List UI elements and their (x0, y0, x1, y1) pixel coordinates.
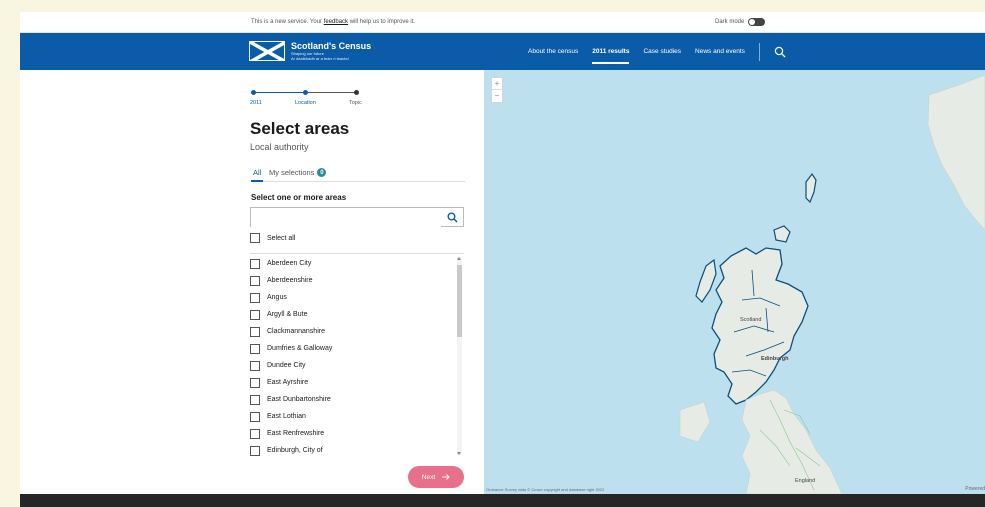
area-search-input[interactable] (251, 210, 441, 229)
app-frame: This is a new service. Your feedback wil… (20, 12, 985, 507)
search-icon[interactable] (447, 212, 458, 223)
map-region-shetland[interactable] (805, 172, 817, 204)
tab-all[interactable]: All (251, 168, 264, 182)
scroll-up-arrow[interactable] (457, 257, 461, 260)
nav-news-and-events[interactable]: News and events (695, 33, 745, 70)
area-checkbox[interactable] (250, 394, 260, 405)
search-icon[interactable] (774, 46, 786, 58)
list-item[interactable]: Aberdeen City (250, 254, 464, 271)
dark-mode-toggle[interactable] (748, 18, 766, 26)
scrollbar-thumb[interactable] (457, 265, 462, 337)
zoom-in-button[interactable]: + (492, 78, 502, 90)
zoom-out-button[interactable]: − (492, 90, 502, 102)
page-subtitle: Local authority (250, 142, 309, 152)
list-item[interactable]: Clackmannanshire (250, 322, 464, 339)
step-label-2011[interactable]: 2011 (250, 100, 262, 106)
logo-tagline-gaelic: Ar dealbhadh ar a teàrr ri teachd (291, 56, 349, 61)
beta-banner: This is a new service. Your feedback wil… (20, 12, 985, 33)
area-checkbox[interactable] (250, 275, 260, 286)
tab-my-selections-label: My selections (269, 168, 315, 177)
stepper-line-pending (305, 92, 356, 93)
map-zoom-control: + − (491, 77, 503, 103)
area-checkbox[interactable] (250, 411, 260, 422)
area-checkbox[interactable] (250, 258, 260, 269)
map-label-edinburgh: Edinburgh (761, 356, 789, 362)
list-item[interactable]: East Renfrewshire (250, 424, 464, 441)
map-land-norway (927, 74, 985, 231)
list-item[interactable]: East Lothian (250, 407, 464, 424)
map-region-western-isles[interactable] (695, 258, 717, 303)
map-region-orkney[interactable] (773, 225, 791, 243)
list-item[interactable]: Aberdeenshire (250, 271, 464, 288)
area-checkbox[interactable] (250, 343, 260, 354)
dark-mode-label: Dark mode (715, 19, 745, 25)
map-canvas[interactable] (484, 70, 985, 494)
area-checkbox[interactable] (250, 309, 260, 320)
page-footer (20, 494, 985, 507)
dark-mode-control[interactable]: Dark mode (715, 18, 766, 26)
feedback-link[interactable]: feedback (324, 19, 348, 25)
select-all-option[interactable]: Select all (250, 233, 295, 243)
nav-2011-results[interactable]: 2011 results (592, 33, 630, 70)
tab-my-selections[interactable]: My selections 0 (269, 168, 327, 177)
page-title: Select areas (250, 119, 350, 138)
area-list: Aberdeen City Aberdeenshire Angus Argyll… (250, 253, 464, 457)
area-map[interactable]: + − Scotland Edinburgh England Ordnance … (484, 70, 985, 494)
area-checkbox[interactable] (250, 360, 260, 371)
list-item[interactable]: Edinburgh, City of (250, 441, 464, 457)
arrow-right-icon (442, 474, 450, 480)
nav-about-the-census[interactable]: About the census (528, 33, 578, 70)
site-logo[interactable]: Scotland's Census Shaping our future Ar … (249, 41, 371, 61)
map-attribution: Ordnance Survey data © Crown copyright a… (486, 487, 605, 492)
area-checkbox[interactable] (250, 292, 260, 303)
next-button[interactable]: Next (408, 466, 464, 488)
area-checkbox[interactable] (250, 428, 260, 439)
area-checkbox[interactable] (250, 377, 260, 388)
map-region-scotland[interactable] (711, 247, 809, 405)
logo-title: Scotland's Census (291, 41, 372, 51)
map-land-ireland (679, 401, 711, 443)
saltire-flag-icon (249, 41, 285, 61)
map-powered-by: Powered (965, 486, 985, 492)
banner-message: This is a new service. Your feedback wil… (251, 19, 416, 25)
nav-divider (758, 42, 760, 61)
select-all-checkbox[interactable] (250, 233, 260, 243)
step-label-location: Location (295, 100, 316, 106)
list-scrollbar[interactable] (457, 257, 462, 455)
map-label-scotland: Scotland (740, 317, 762, 323)
step-dot-location (303, 90, 308, 95)
step-dot-2011 (251, 90, 256, 95)
area-checkbox[interactable] (250, 445, 260, 456)
main-header: Scotland's Census Shaping our future Ar … (20, 33, 985, 70)
selection-count-badge: 0 (317, 168, 327, 177)
list-item[interactable]: Dumfries & Galloway (250, 339, 464, 356)
main-nav: About the census 2011 results Case studi… (528, 33, 786, 70)
step-dot-topic (354, 90, 359, 95)
list-item[interactable]: Dundee City (250, 356, 464, 373)
area-checkbox[interactable] (250, 326, 260, 337)
selection-panel: 2011 Location Topic Select areas Local a… (20, 70, 484, 494)
next-button-label: Next (421, 473, 436, 481)
list-item[interactable]: Angus (250, 288, 464, 305)
area-search (250, 207, 464, 229)
scroll-down-arrow[interactable] (457, 452, 461, 455)
list-item[interactable]: East Ayrshire (250, 373, 464, 390)
list-item[interactable]: Argyll & Bute (250, 305, 464, 322)
map-land-england (741, 389, 843, 494)
list-item[interactable]: East Dunbartonshire (250, 390, 464, 407)
select-areas-label: Select one or more areas (251, 193, 347, 202)
selection-tabs: All My selections 0 (251, 168, 465, 182)
map-label-england: England (795, 478, 816, 484)
nav-case-studies[interactable]: Case studies (643, 33, 681, 70)
stepper-line-done (253, 92, 305, 93)
select-all-label: Select all (267, 234, 296, 242)
step-label-topic: Topic (349, 100, 362, 106)
